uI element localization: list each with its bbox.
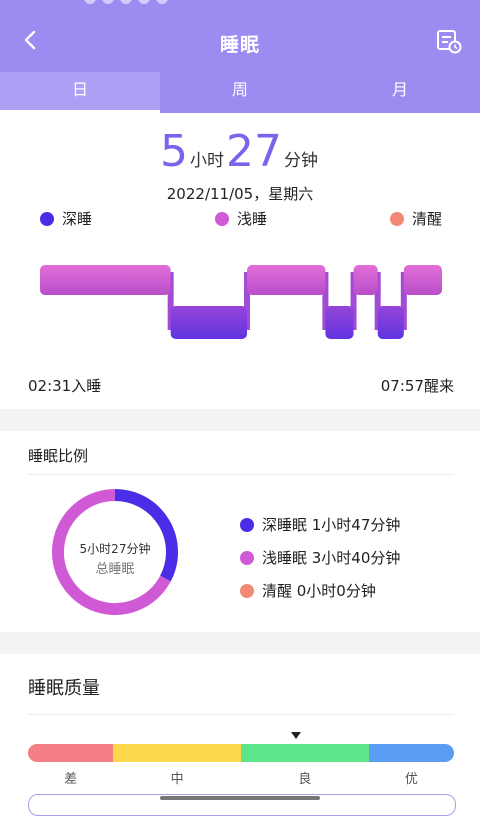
- ratio-light-text: 浅睡眠 3小时40分钟: [262, 549, 401, 567]
- sleep-start-time: 02:31入睡: [28, 377, 102, 395]
- quality-pointer-icon: [291, 732, 302, 739]
- total-minutes: 27: [226, 126, 282, 177]
- quality-poor-label: 差: [64, 772, 78, 787]
- sleep-summary: 5 小时27 分钟 2022/11/05，星期六: [0, 126, 480, 204]
- legend-light-label: 浅睡: [236, 210, 267, 228]
- ratio-section-title: 睡眠比例: [28, 447, 89, 465]
- awake-dot-icon: [389, 211, 404, 226]
- light-sleep-segment: [247, 265, 326, 295]
- sleep-date: 2022/11/05，星期六: [166, 185, 314, 203]
- history-button[interactable]: [436, 28, 462, 54]
- ratio-item-light: 浅睡眠 3小时40分钟: [240, 541, 400, 574]
- ratio-awake-text: 清醒 0小时0分钟: [262, 582, 376, 600]
- deep-sleep-segment: [377, 306, 404, 339]
- donut-center: 5小时27分钟 总睡眠: [30, 540, 200, 577]
- header: 睡眠 日 周 月: [0, 0, 480, 113]
- stage-legend: 深睡 浅睡 清醒: [40, 208, 442, 229]
- calendar-history-icon: [437, 30, 462, 54]
- minutes-unit: 分钟: [284, 151, 318, 171]
- quality-good-segment: [240, 744, 369, 762]
- deep-dot-icon: [40, 211, 54, 226]
- sleep-stage-chart: [40, 265, 442, 339]
- quality-scale-bar: [28, 744, 454, 762]
- quality-fair-segment: [113, 744, 241, 762]
- quality-divider: [28, 714, 454, 715]
- ratio-item-awake: 清醒 0小时0分钟: [240, 574, 400, 607]
- tab-week[interactable]: 周: [160, 72, 320, 113]
- wake-time: 07:57醒来: [380, 377, 454, 395]
- ratio-item-deep: 深睡眠 1小时47分钟: [240, 508, 400, 541]
- tab-day[interactable]: 日: [0, 72, 160, 113]
- ratio-deep-text: 深睡眠 1小时47分钟: [262, 516, 401, 534]
- section-divider: [0, 632, 480, 654]
- home-indicator: [160, 796, 320, 800]
- deep-dot-icon: [240, 517, 254, 532]
- ratio-divider: [28, 474, 454, 475]
- status-bar-icons: [84, 0, 168, 4]
- quality-excellent-segment: [368, 744, 454, 762]
- page-title: 睡眠: [219, 34, 260, 56]
- quality-poor-segment: [28, 744, 114, 762]
- light-sleep-segment: [353, 265, 378, 295]
- quality-section-title: 睡眠质量: [28, 678, 100, 699]
- total-sleep-duration: 5 小时27 分钟: [0, 126, 480, 177]
- light-sleep-segment: [403, 265, 442, 295]
- quality-fair-label: 中: [170, 772, 184, 787]
- sleep-time-range: 02:31入睡 07:57醒来: [28, 375, 454, 396]
- total-sleep-value: 5小时27分钟: [79, 542, 151, 556]
- deep-sleep-segment: [325, 306, 354, 339]
- awake-dot-icon: [240, 583, 254, 598]
- ratio-legend: 深睡眠 1小时47分钟 浅睡眠 3小时40分钟 清醒 0小时0分钟: [240, 508, 400, 607]
- deep-sleep-segment: [170, 306, 248, 339]
- tab-month[interactable]: 月: [320, 72, 480, 113]
- light-dot-icon: [214, 211, 229, 226]
- legend-light: 浅睡: [214, 208, 267, 229]
- legend-awake-label: 清醒: [411, 210, 442, 228]
- quality-scale-labels: 差中良优: [28, 768, 454, 788]
- light-sleep-segment: [40, 265, 171, 295]
- legend-deep-label: 深睡: [62, 210, 93, 228]
- light-dot-icon: [240, 550, 254, 565]
- section-divider: [0, 409, 480, 431]
- quality-excellent-label: 优: [404, 772, 418, 787]
- total-sleep-label: 总睡眠: [95, 562, 135, 577]
- legend-deep: 深睡: [40, 208, 92, 229]
- legend-awake: 清醒: [389, 208, 442, 229]
- quality-good-label: 良: [298, 772, 312, 787]
- total-hours: 5: [160, 126, 188, 177]
- hours-unit: 小时: [190, 151, 224, 171]
- period-tabs: 日 周 月: [0, 72, 480, 113]
